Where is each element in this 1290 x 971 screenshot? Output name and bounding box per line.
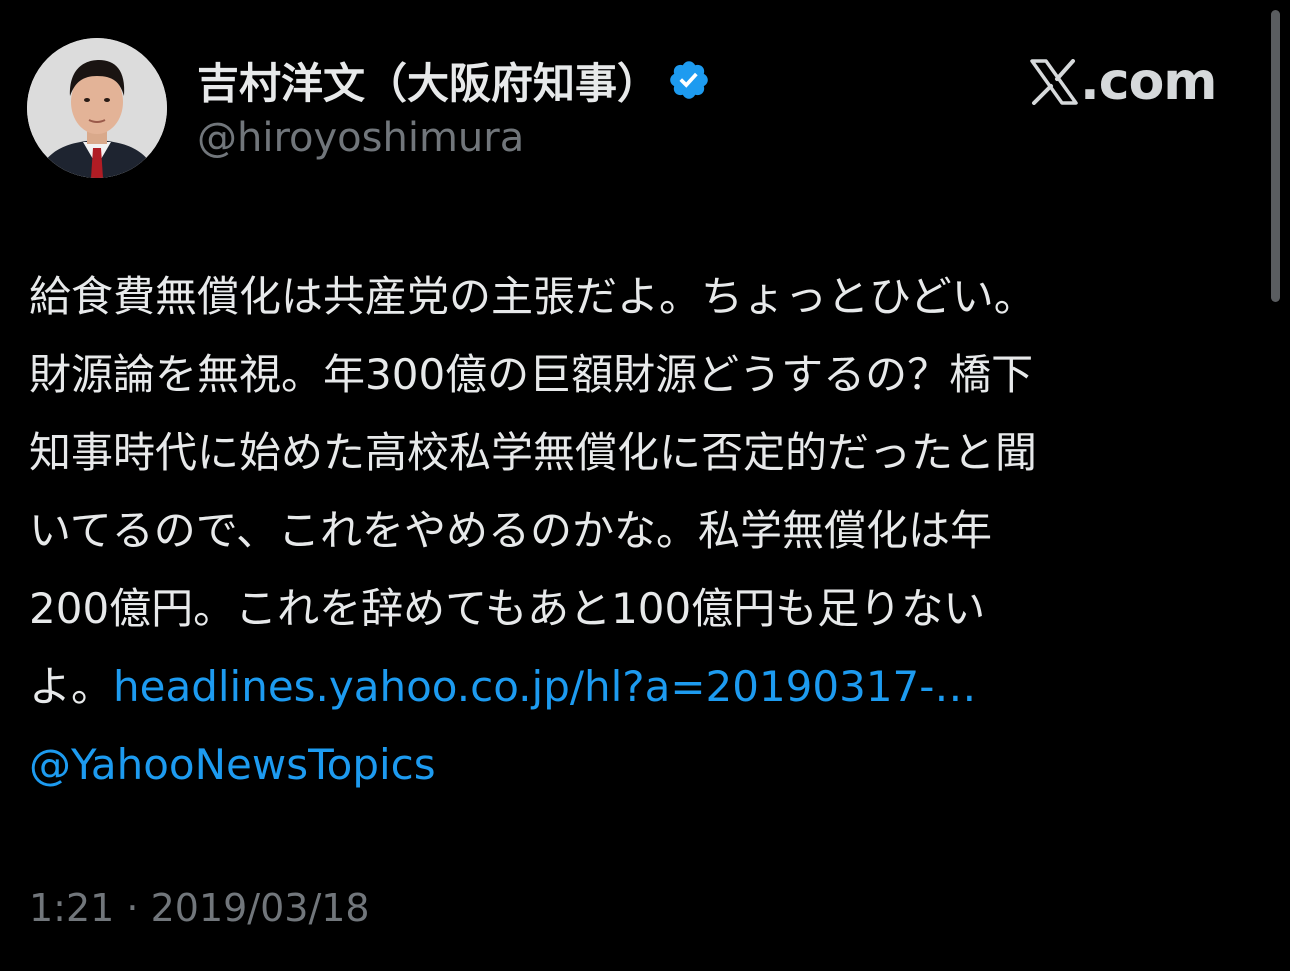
tweet-text: 給食費無償化は共産党の主張だよ。ちょっとひどい。 財源論を無視。年300億の巨額… <box>29 258 1254 804</box>
tweet-text-line-with-link: よ。headlines.yahoo.co.jp/hl?a=20190317-… <box>29 648 1254 726</box>
profile-photo-icon <box>27 38 167 178</box>
brand-watermark: .com <box>1030 52 1217 112</box>
mention-link[interactable]: @YahooNewsTopics <box>29 740 436 789</box>
tweet-text-line: 200億円。これを辞めてもあと100億円も足りない <box>29 584 986 633</box>
tweet-text-line: 財源論を無視。年300億の巨額財源どうするの？橋下 <box>29 350 1034 399</box>
x-logo-icon <box>1030 59 1078 105</box>
tweet-text-line: 知事時代に始めた高校私学無償化に否定的だったと聞 <box>29 428 1038 477</box>
author-handle[interactable]: @hiroyoshimura <box>197 115 524 161</box>
tweet-card: 吉村洋文（大阪府知事） @hiroyoshimura .com 給食費無償化は共… <box>0 0 1290 971</box>
scrollbar[interactable] <box>1271 10 1280 302</box>
tweet-time: 1:21 <box>29 886 115 930</box>
profile-avatar[interactable] <box>27 38 167 178</box>
tweet-mention-line: @YahooNewsTopics <box>29 726 1254 804</box>
timestamp-separator: · <box>114 886 151 930</box>
tweet-text-fragment: よ。 <box>29 662 114 711</box>
author-display-name[interactable]: 吉村洋文（大阪府知事） <box>197 50 659 111</box>
tweet-timestamp[interactable]: 1:21 · 2019/03/18 <box>29 886 370 930</box>
tweet-text-line: いてるので、これをやめるのかな。私学無償化は年 <box>29 506 993 555</box>
article-link[interactable]: headlines.yahoo.co.jp/hl?a=20190317-… <box>113 662 976 711</box>
tweet-text-line: 給食費無償化は共産党の主張だよ。ちょっとひどい。 <box>29 272 1036 321</box>
author-name-row[interactable]: 吉村洋文（大阪府知事） <box>197 52 711 108</box>
verified-badge-icon <box>667 58 711 102</box>
brand-domain-text: .com <box>1080 52 1217 112</box>
tweet-date: 2019/03/18 <box>150 886 370 930</box>
